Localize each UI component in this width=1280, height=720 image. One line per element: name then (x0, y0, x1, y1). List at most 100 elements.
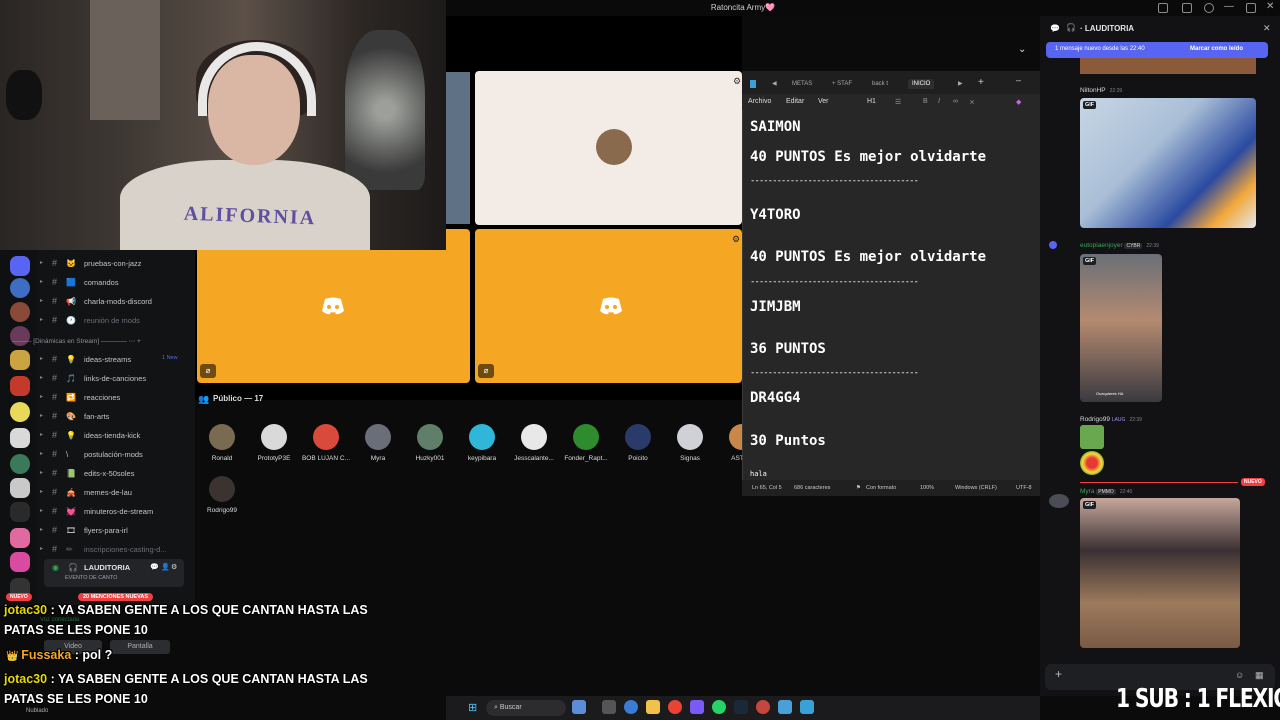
taskbar-search[interactable]: ⌕ Buscar (486, 700, 566, 716)
tab-active[interactable]: INICIO (908, 79, 935, 89)
mentions-badge[interactable]: 20 MENCIONES NUEVAS (78, 593, 153, 601)
tab[interactable]: back t (872, 81, 888, 87)
audience-member[interactable]: Huzky001 (404, 424, 456, 462)
add-user-icon[interactable]: 👤 (161, 563, 170, 571)
line-ending[interactable]: Windows (CRLF) (955, 485, 997, 491)
channel-item[interactable]: ▸ # 📢 charla-mods-discord (38, 292, 195, 311)
menu-editar[interactable]: Editar (786, 98, 804, 105)
heading-select[interactable]: H1 (867, 98, 876, 105)
app-icon[interactable] (778, 700, 792, 714)
channel-item[interactable]: ▸ # 🎵 links-de-canciones (38, 369, 195, 388)
server-icon[interactable] (10, 478, 30, 498)
gif-image[interactable]: GIF (1080, 498, 1240, 648)
clear-format-icon[interactable]: ⨯ (969, 98, 975, 106)
menu-archivo[interactable]: Archivo (748, 98, 771, 105)
server-icon[interactable] (10, 528, 30, 548)
format-status[interactable]: Con formato (866, 485, 896, 491)
close-icon[interactable]: ✕ (1263, 23, 1271, 34)
minimize-icon[interactable]: – (1016, 75, 1021, 85)
audience-member[interactable]: Signas (664, 424, 716, 462)
settings-icon[interactable]: ⚙ (732, 234, 740, 245)
channel-item[interactable]: ▸ # 📗 edits-x-50soles (38, 464, 195, 483)
audience-member[interactable]: BOB LUJAN C... (300, 424, 352, 462)
app-icon[interactable] (756, 700, 770, 714)
server-icon[interactable] (10, 428, 30, 448)
close-icon[interactable]: ✕ (1266, 1, 1274, 12)
new-tab-icon[interactable]: + (978, 77, 984, 88)
server-icon[interactable] (10, 256, 30, 276)
channel-item[interactable]: ▸ # ✏ inscripciones-casting-d... (38, 540, 195, 559)
tab[interactable]: METAS (792, 81, 812, 87)
channel-item[interactable]: ▸ # 🐱 pruebas-con-jazz (38, 254, 195, 273)
encoding[interactable]: UTF-8 (1016, 485, 1032, 491)
inbox-icon[interactable] (1158, 3, 1168, 13)
emoji-icon[interactable]: ☺ (1235, 670, 1244, 680)
channel-item[interactable]: ▸ # 🕐 reunión de mods (38, 311, 195, 330)
add-attachment-icon[interactable]: + (1055, 667, 1062, 681)
chevron-down-icon[interactable]: ⌄ (1018, 44, 1026, 55)
gear-icon[interactable]: ⚙ (171, 563, 177, 571)
notepad-taskbar-icon[interactable] (800, 700, 814, 714)
settings-icon[interactable]: ⚙ (733, 76, 741, 87)
new-messages-bar[interactable]: 1 mensaje nuevo desde las 22:40 Marcar c… (1046, 42, 1268, 58)
chrome-icon[interactable] (668, 700, 682, 714)
folder-icon[interactable] (646, 700, 660, 714)
scroll-left-icon[interactable]: ◀ (772, 80, 777, 87)
screen-share-button[interactable]: Pantalla (110, 640, 170, 654)
bold-icon[interactable]: B (923, 98, 928, 105)
minimize-icon[interactable]: — (1224, 1, 1234, 12)
channel-item[interactable]: ▸ # 💓 minuteros-de-stream (38, 502, 195, 521)
channel-item[interactable]: ▸ # 🔁 reacciones (38, 388, 195, 407)
video-tile-partial[interactable] (446, 72, 470, 224)
channel-item[interactable]: ▸ # 🎨 fan-arts (38, 407, 195, 426)
app-icon[interactable] (624, 700, 638, 714)
copilot-icon[interactable]: ◆ (1016, 98, 1021, 106)
channel-item[interactable]: ▸ # \ postulación-mods (38, 445, 195, 464)
italic-icon[interactable]: I (938, 98, 940, 105)
gif-image[interactable]: GIF Ouequieres HA (1080, 254, 1162, 402)
chat-icon[interactable]: 💬 (150, 563, 159, 571)
server-icon[interactable] (10, 552, 30, 572)
audience-member[interactable]: keypibara (456, 424, 508, 462)
link-icon[interactable]: ∞ (953, 98, 958, 105)
menu-ver[interactable]: Ver (818, 98, 829, 105)
whatsapp-icon[interactable] (712, 700, 726, 714)
editor-cursor-line[interactable]: hala (750, 470, 767, 478)
audience-member[interactable]: Poicito (612, 424, 664, 462)
list-icon[interactable]: ☰ (895, 98, 901, 106)
audience-member[interactable]: PrototyP3E (248, 424, 300, 462)
steam-icon[interactable] (734, 700, 748, 714)
gif-image[interactable]: GIF (1080, 98, 1256, 228)
server-icon[interactable] (10, 402, 30, 422)
channel-item[interactable]: ▸ # 💡 ideas-tienda-kick (38, 426, 195, 445)
scroll-right-icon[interactable]: ▶ (958, 80, 963, 87)
server-icon[interactable] (10, 278, 30, 298)
chat-username[interactable]: Rodrigo99 (1080, 416, 1110, 423)
help-icon[interactable] (1204, 3, 1214, 13)
audience-member[interactable]: Jesscalante... (508, 424, 560, 462)
apps-icon[interactable]: ▦ (1255, 670, 1264, 681)
channel-item[interactable]: ▸ # 🟦 comandos (38, 273, 195, 292)
tab[interactable]: + STAF (832, 81, 852, 87)
chat-username[interactable]: Myra (1080, 488, 1094, 495)
server-icon[interactable] (10, 376, 30, 396)
server-icon[interactable] (10, 302, 30, 322)
task-view-icon[interactable] (602, 700, 616, 714)
audience-member[interactable]: Ronald (196, 424, 248, 462)
channel-item[interactable]: ▸ # 🎪 memes-de-lau (38, 483, 195, 502)
app-icon[interactable] (690, 700, 704, 714)
server-icon[interactable] (10, 454, 30, 474)
mark-read-button[interactable]: Marcar como leído (1190, 46, 1243, 52)
windows-start-icon[interactable]: ⊞ (468, 701, 477, 714)
audience-member[interactable]: Fonder_Rapt... (560, 424, 612, 462)
app-icon[interactable] (572, 700, 586, 714)
maximize-icon[interactable] (1246, 3, 1256, 13)
audience-member[interactable]: Rodrigo99 (196, 476, 248, 514)
zoom-level[interactable]: 100% (920, 485, 934, 491)
audience-member[interactable]: Myra (352, 424, 404, 462)
chat-username[interactable]: NiltonHP (1080, 87, 1106, 94)
monitor-icon[interactable] (1182, 3, 1192, 13)
server-icon[interactable] (10, 502, 30, 522)
chat-username[interactable]: eutopiaenjoyer (1080, 242, 1123, 249)
server-icon[interactable] (10, 350, 30, 370)
